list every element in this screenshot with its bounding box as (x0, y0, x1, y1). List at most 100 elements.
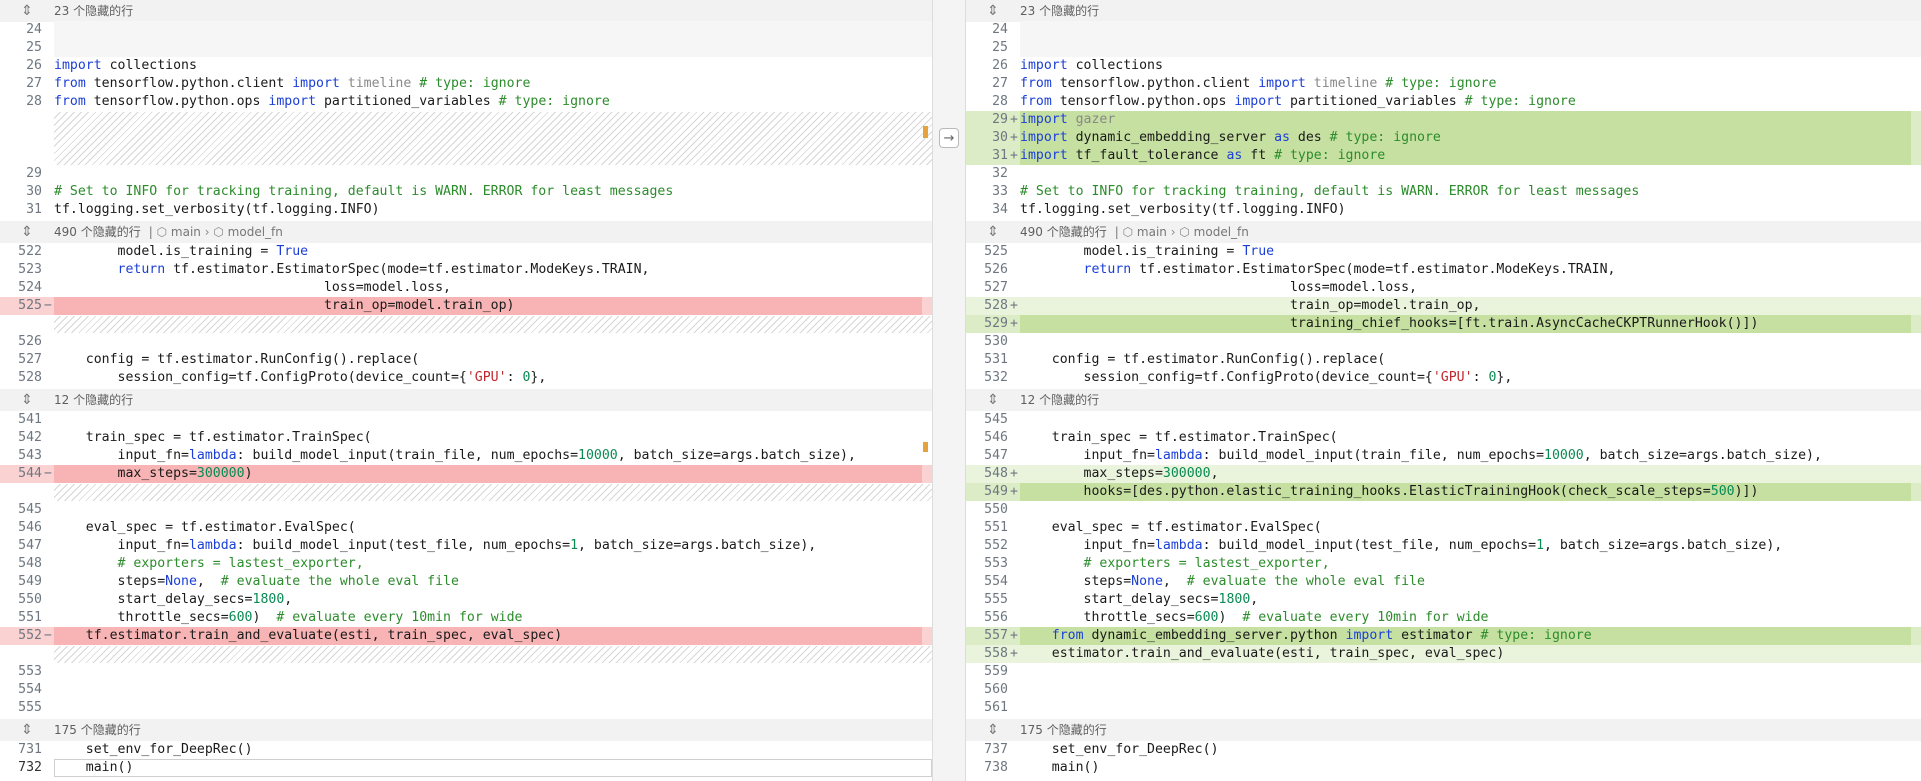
breadcrumb-main[interactable]: main (171, 225, 201, 239)
line-number: 532 (984, 370, 1008, 385)
added-line[interactable]: 548 + max_steps=300000, (966, 465, 1921, 483)
current-line[interactable]: 732 main() (0, 759, 932, 777)
code-text: max_steps= (1020, 466, 1163, 481)
code-text: steps= (1020, 574, 1132, 589)
line-number: 31 (26, 202, 42, 217)
expand-icon[interactable]: ⇕ (985, 221, 1001, 243)
keyword: import (1020, 130, 1068, 145)
collapsed-region[interactable]: ⇕ 12 个隐藏的行 (0, 389, 932, 411)
code-text: collections (101, 58, 197, 73)
collapsed-region[interactable]: ⇕ 175 个隐藏的行 (966, 719, 1921, 741)
diff-marker: + (1010, 646, 1018, 661)
line-number: 548 (18, 556, 42, 571)
hidden-lines-label: 23 个隐藏的行 (54, 4, 134, 18)
number: 1 (570, 538, 579, 553)
keyword: True (276, 244, 309, 259)
deleted-line[interactable]: 544− max_steps=300000) (0, 465, 932, 483)
code-text: tf.logging.set_verbosity(tf.logging.INFO… (54, 202, 380, 217)
code-line[interactable]: 27 from tensorflow.python.client import t… (0, 75, 932, 93)
collapsed-region[interactable]: ⇕ 490 个隐藏的行 | ⬡ main › ⬡ model_fn (0, 221, 932, 243)
added-line[interactable]: 549 + hooks=[des.python.elastic_training_… (966, 483, 1921, 501)
line-number: 556 (984, 610, 1008, 625)
added-line[interactable]: 29 + import gazer (966, 111, 1921, 129)
code-line[interactable]: 26 import collections (0, 57, 932, 75)
line-number: 541 (18, 412, 42, 427)
expand-icon[interactable]: ⇕ (19, 0, 35, 22)
breadcrumb-function[interactable]: model_fn (228, 225, 283, 239)
code-text: train_spec = tf.estimator.TrainSpec( (54, 430, 372, 445)
added-line[interactable]: 31 + import tf_fault_tolerance as ft # typ… (966, 147, 1921, 165)
code-text: input_fn= (54, 448, 189, 463)
keyword: as (1226, 148, 1243, 163)
added-line[interactable]: 557 + from dynamic_embedding_server.pytho… (966, 627, 1921, 645)
hidden-lines-label: 490 个隐藏的行 (1020, 225, 1107, 239)
diff-marker: + (1010, 316, 1018, 331)
collapsed-region[interactable]: ⇕ 23 个隐藏的行 (966, 0, 1921, 22)
added-line[interactable]: 30 + import dynamic_embedding_server as de… (966, 129, 1921, 147)
keyword: lambda (1154, 448, 1203, 463)
diff-marker: + (1010, 466, 1018, 481)
keyword: as (1274, 130, 1290, 145)
collapsed-region[interactable]: ⇕ 12 个隐藏的行 (966, 389, 1921, 411)
code-text: () (1083, 760, 1100, 775)
expand-icon[interactable]: ⇕ (985, 389, 1001, 411)
code-text: model.is_training = (1020, 244, 1243, 259)
code-text: }, (530, 370, 547, 385)
line-number: 529 (984, 316, 1008, 331)
chevron-right-icon: › (204, 225, 210, 239)
line-number: 31 (992, 148, 1008, 163)
code-text: throttle_secs= (54, 610, 229, 625)
code-text: max_steps= (54, 466, 197, 481)
arrow-right-icon[interactable]: → (939, 128, 959, 148)
line-number: 547 (984, 448, 1008, 463)
number: 600 (1194, 610, 1219, 625)
added-line[interactable]: 558 + estimator.train_and_evaluate(esti, … (966, 645, 1921, 663)
diff-marker: + (1010, 298, 1018, 313)
keyword: import (1258, 76, 1306, 91)
deleted-line[interactable]: 525− train_op=model.train_op) (0, 297, 932, 315)
expand-icon[interactable]: ⇕ (19, 389, 35, 411)
number: 300000 (196, 466, 245, 481)
left-editor-pane[interactable]: ⇕ 23 个隐藏的行 24 25 26 import collections 27… (0, 0, 932, 781)
keyword: import (292, 76, 340, 91)
line-number: 525 (18, 298, 42, 313)
line-number: 29 (26, 166, 42, 181)
expand-icon[interactable]: ⇕ (19, 719, 35, 741)
line-number: 731 (18, 742, 42, 757)
code-text: start_delay_secs= (54, 592, 253, 607)
collapsed-region[interactable]: ⇕ 175 个隐藏的行 (0, 719, 932, 741)
comment: # type: ignore (1456, 94, 1576, 109)
deleted-line[interactable]: 552− tf.estimator.train_and_evaluate(est… (0, 627, 932, 645)
line-number: 528 (984, 298, 1008, 313)
code-text: , (1162, 574, 1187, 589)
line-number: 549 (984, 484, 1008, 499)
code-text: tensorflow.python.ops (1051, 94, 1235, 109)
code-line[interactable]: 28 from tensorflow.python.ops import part… (0, 93, 932, 111)
code-text: throttle_secs= (1020, 610, 1195, 625)
expand-icon[interactable]: ⇕ (19, 221, 35, 243)
breadcrumb-main[interactable]: main (1137, 225, 1167, 239)
keyword: from (54, 94, 86, 109)
number: 600 (228, 610, 253, 625)
line-number: 27 (992, 76, 1008, 91)
right-editor-pane[interactable]: ⇕ 23 个隐藏的行 24 25 26 import collections 27… (966, 0, 1921, 781)
code-text: )]) (1734, 484, 1759, 499)
collapsed-region[interactable]: ⇕ 23 个隐藏的行 (0, 0, 932, 22)
expand-icon[interactable]: ⇕ (985, 719, 1001, 741)
line-number: 557 (984, 628, 1008, 643)
line-number: 544 (18, 466, 42, 481)
line-number: 546 (18, 520, 42, 535)
code-text: eval_spec = tf.estimator.EvalSpec( (1020, 520, 1322, 535)
code-text: partitioned_variables (1282, 94, 1457, 109)
added-line[interactable]: 529 + training_chief_hooks=[ft.train.Asyn… (966, 315, 1921, 333)
code-text: tensorflow.python.client (85, 76, 293, 91)
line-number: 546 (984, 430, 1008, 445)
expand-icon[interactable]: ⇕ (985, 0, 1001, 22)
added-line[interactable]: 528 + train_op=model.train_op, (966, 297, 1921, 315)
comment: # exporters = lastest_exporter, (1020, 556, 1330, 571)
code-text: : build_model_input(train_file, num_epoc… (1202, 448, 1545, 463)
collapsed-region[interactable]: ⇕ 490 个隐藏的行 | ⬡ main › ⬡ model_fn (966, 221, 1921, 243)
breadcrumb-function[interactable]: model_fn (1194, 225, 1249, 239)
keyword: from (1020, 76, 1052, 91)
code-text: : build_model_input(test_file, num_epoch… (1202, 538, 1537, 553)
